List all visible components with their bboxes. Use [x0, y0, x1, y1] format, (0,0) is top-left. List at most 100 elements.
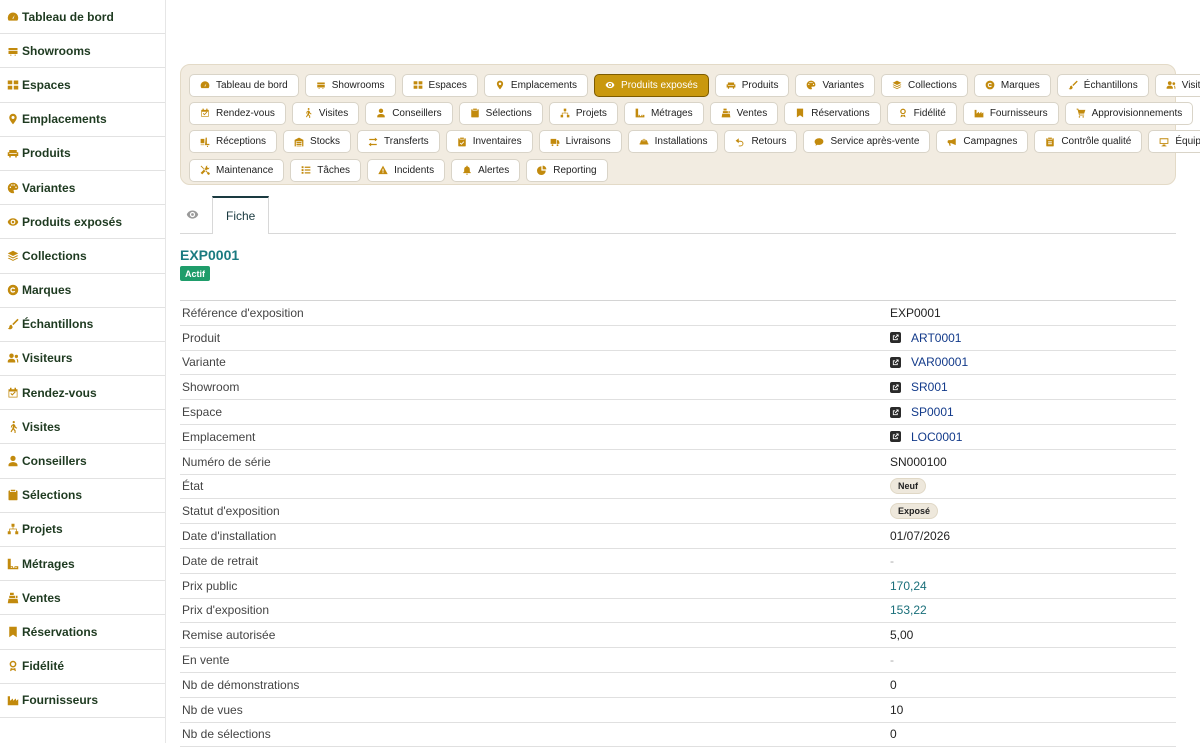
nav-button-tableau-de-bord[interactable]: Tableau de bord: [189, 73, 299, 97]
external-link-icon[interactable]: [890, 332, 901, 344]
tab-fiche[interactable]: Fiche: [212, 196, 270, 234]
clipboard-list-icon: [1045, 137, 1061, 147]
external-link-icon[interactable]: [890, 406, 901, 418]
nav-button-receptions[interactable]: Réceptions: [189, 130, 278, 154]
sidebar-item-emplacements[interactable]: Emplacements: [0, 103, 165, 137]
sidebar-item-produits-exposes[interactable]: Produits exposés: [0, 205, 165, 240]
nav-button-label: Incidents: [394, 164, 435, 176]
nav-button-equipements[interactable]: Équipements: [1148, 130, 1200, 154]
nav-button-transferts[interactable]: Transferts: [357, 130, 440, 154]
nav-button-label: Réservations: [811, 107, 870, 119]
sidebar-item-label: Métrages: [22, 556, 75, 571]
record-link[interactable]: SP0001: [911, 405, 954, 419]
nav-button-livraisons[interactable]: Livraisons: [538, 130, 622, 154]
sidebar-item-fidelite[interactable]: Fidélité: [0, 650, 165, 684]
nav-button-espaces[interactable]: Espaces: [401, 73, 478, 97]
nav-button-ventes[interactable]: Ventes: [709, 101, 779, 125]
detail-label: Date d'installation: [182, 529, 277, 544]
sidebar-item-conseillers[interactable]: Conseillers: [0, 444, 165, 479]
exchange-icon: [368, 137, 384, 147]
nav-button-retours[interactable]: Retours: [724, 130, 798, 154]
record-link[interactable]: ART0001: [911, 331, 961, 345]
nav-button-echantillons[interactable]: Échantillons: [1056, 73, 1149, 97]
detail-row-statut-d-exposition: Statut d'exposition Exposé: [180, 499, 1176, 525]
detail-row-etat: État Neuf: [180, 475, 1176, 500]
nav-button-controle-qualite[interactable]: Contrôle qualité: [1034, 130, 1143, 154]
chart-pie-icon: [537, 165, 553, 176]
sidebar-item-metrages[interactable]: Métrages: [0, 547, 165, 582]
sidebar-item-collections[interactable]: Collections: [0, 239, 165, 274]
sidebar-item-rendez-vous[interactable]: Rendez-vous: [0, 376, 165, 411]
sidebar-item-reservations[interactable]: Réservations: [0, 615, 165, 650]
sidebar-item-produits[interactable]: Produits: [0, 137, 165, 171]
nav-button-rendez-vous[interactable]: Rendez-vous: [189, 101, 286, 125]
record-link[interactable]: SR001: [911, 380, 948, 394]
external-link-icon[interactable]: [890, 431, 901, 443]
sidebar-item-tableau-de-bord[interactable]: Tableau de bord: [0, 0, 165, 35]
sidebar-item-marques[interactable]: Marques: [0, 274, 165, 308]
nav-button-fournisseurs[interactable]: Fournisseurs: [962, 101, 1059, 125]
sidebar-item-visites[interactable]: Visites: [0, 410, 165, 445]
nav-button-reporting[interactable]: Reporting: [526, 158, 608, 182]
sidebar-item-espaces[interactable]: Espaces: [0, 68, 165, 103]
calendar-icon: [200, 108, 216, 118]
record-link[interactable]: VAR00001: [911, 355, 968, 369]
nav-button-showrooms[interactable]: Showrooms: [304, 73, 396, 97]
eye-icon[interactable]: [180, 195, 204, 233]
nav-button-label: Tâches: [317, 164, 351, 176]
nav-button-collections[interactable]: Collections: [880, 73, 968, 97]
nav-button-taches[interactable]: Tâches: [290, 158, 362, 182]
detail-value: VAR00001: [890, 355, 1176, 369]
nav-button-installations[interactable]: Installations: [627, 130, 719, 154]
tab-bar: Fiche: [180, 196, 1176, 234]
nav-button-conseillers[interactable]: Conseillers: [365, 101, 453, 125]
nav-button-fidelite[interactable]: Fidélité: [886, 101, 957, 125]
nav-button-visites[interactable]: Visites: [291, 101, 360, 125]
nav-button-reservations[interactable]: Réservations: [784, 101, 881, 125]
nav-button-inventaires[interactable]: Inventaires: [445, 130, 533, 154]
sidebar-item-visiteurs[interactable]: Visiteurs: [0, 342, 165, 377]
record-link[interactable]: LOC0001: [911, 430, 962, 444]
nav-button-stocks[interactable]: Stocks: [283, 130, 352, 154]
nav-button-maintenance[interactable]: Maintenance: [189, 158, 285, 182]
nav-button-alertes[interactable]: Alertes: [451, 158, 521, 182]
bell-icon: [462, 165, 478, 175]
industry-icon: [974, 108, 990, 118]
nav-button-variantes[interactable]: Variantes: [795, 73, 875, 97]
sidebar-item-label: Rendez-vous: [22, 385, 97, 400]
nav-button-produits-exposes[interactable]: Produits exposés: [594, 73, 709, 97]
nav-button-incidents[interactable]: Incidents: [367, 158, 446, 182]
sidebar-item-ventes[interactable]: Ventes: [0, 581, 165, 616]
user-icon: [376, 108, 392, 118]
external-link-icon[interactable]: [890, 381, 901, 393]
sidebar: Tableau de bord Showrooms Espaces Emplaceme…: [0, 0, 166, 743]
detail-value: 153,22: [890, 603, 927, 618]
nav-button-marques[interactable]: Marques: [973, 73, 1051, 97]
detail-value: LOC0001: [890, 430, 1176, 444]
nav-button-campagnes[interactable]: Campagnes: [936, 130, 1029, 154]
detail-row-prix-public: Prix public 170,24: [180, 574, 1176, 599]
detail-label: En vente: [182, 653, 230, 668]
desktop-icon: [1159, 137, 1175, 147]
nav-button-label: Espaces: [428, 79, 467, 91]
nav-button-produits[interactable]: Produits: [714, 73, 790, 97]
nav-button-approvisionnements[interactable]: Approvisionnements: [1064, 101, 1194, 125]
detail-label: Nb de démonstrations: [182, 677, 300, 692]
sidebar-item-projets[interactable]: Projets: [0, 513, 165, 547]
nav-button-visiteurs[interactable]: Visiteurs: [1154, 73, 1200, 97]
detail-label: Référence d'exposition: [182, 305, 304, 320]
nav-button-emplacements[interactable]: Emplacements: [483, 73, 589, 97]
nav-button-service-apres-vente[interactable]: Service après-vente: [803, 130, 931, 154]
sidebar-item-fournisseurs[interactable]: Fournisseurs: [0, 684, 165, 718]
sidebar-item-selections[interactable]: Sélections: [0, 479, 165, 513]
nav-button-metrages[interactable]: Métrages: [623, 101, 704, 125]
nav-button-selections[interactable]: Sélections: [458, 101, 543, 125]
sidebar-item-showrooms[interactable]: Showrooms: [0, 34, 165, 69]
sidebar-item-variantes[interactable]: Variantes: [0, 171, 165, 206]
external-link-icon[interactable]: [890, 356, 901, 368]
detail-label: Prix d'exposition: [182, 603, 269, 618]
clipboard-icon: [470, 108, 486, 118]
sidebar-item-echantillons[interactable]: Échantillons: [0, 308, 165, 342]
nav-button-projets[interactable]: Projets: [548, 101, 618, 125]
nav-row: Réceptions Stocks Transferts Inventaires Liv…: [189, 128, 1200, 156]
